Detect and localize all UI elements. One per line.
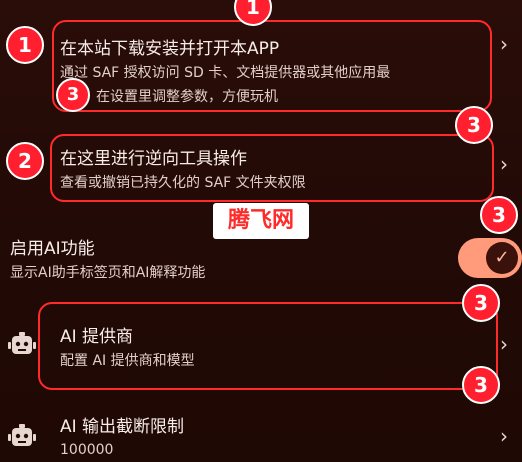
annotation-badge: 3 [480, 196, 518, 234]
item-title: 在这里进行逆向工具操作 [60, 149, 247, 169]
ai-limit-value: 100000 [60, 442, 114, 458]
ai-provider-subtitle: 配置 AI 提供商和模型 [60, 353, 195, 369]
ai-provider-title: AI 提供商 [60, 327, 134, 347]
robot-icon [8, 332, 36, 354]
ai-toggle-title: 启用AI功能 [10, 239, 95, 259]
item-title: 在本站下载安装并打开本APP [60, 39, 280, 59]
item-subtitle: 查看或撤销已持久化的 SAF 文件夹权限 [60, 175, 306, 191]
list-item-ai-provider[interactable]: AI 提供商 配置 AI 提供商和模型 › [0, 300, 522, 390]
annotation-badge: 3 [56, 78, 90, 112]
item-subtitle-line2: 在设置里调整参数，方便玩机 [96, 89, 278, 105]
annotation-badge: 3 [462, 366, 500, 404]
ai-toggle-switch[interactable]: ✓ [458, 238, 522, 278]
check-icon: ✓ [486, 242, 518, 274]
annotation-badge: 1 [6, 26, 44, 64]
item-subtitle-line1: 通过 SAF 授权访问 SD 卡、文档提供器或其他应用最 [60, 65, 391, 81]
watermark-logo: 腾飞网 [213, 203, 309, 239]
ai-limit-title: AI 输出截断限制 [60, 417, 185, 437]
list-item-ai-output-limit[interactable]: AI 输出截断限制 100000 › [0, 400, 522, 462]
chevron-right-icon: › [500, 424, 508, 448]
chevron-right-icon: › [500, 332, 508, 356]
annotation-badge: 2 [6, 142, 44, 180]
annotation-badge: 3 [455, 106, 493, 144]
chevron-right-icon: › [500, 32, 508, 56]
chevron-right-icon: › [500, 152, 508, 176]
annotation-badge: 3 [462, 284, 500, 322]
ai-toggle-subtitle: 显示AI助手标签页和AI解释功能 [10, 265, 206, 281]
robot-icon [8, 424, 36, 446]
list-item-reverse-tools[interactable]: 在这里进行逆向工具操作 查看或撤销已持久化的 SAF 文件夹权限 › [0, 128, 522, 202]
